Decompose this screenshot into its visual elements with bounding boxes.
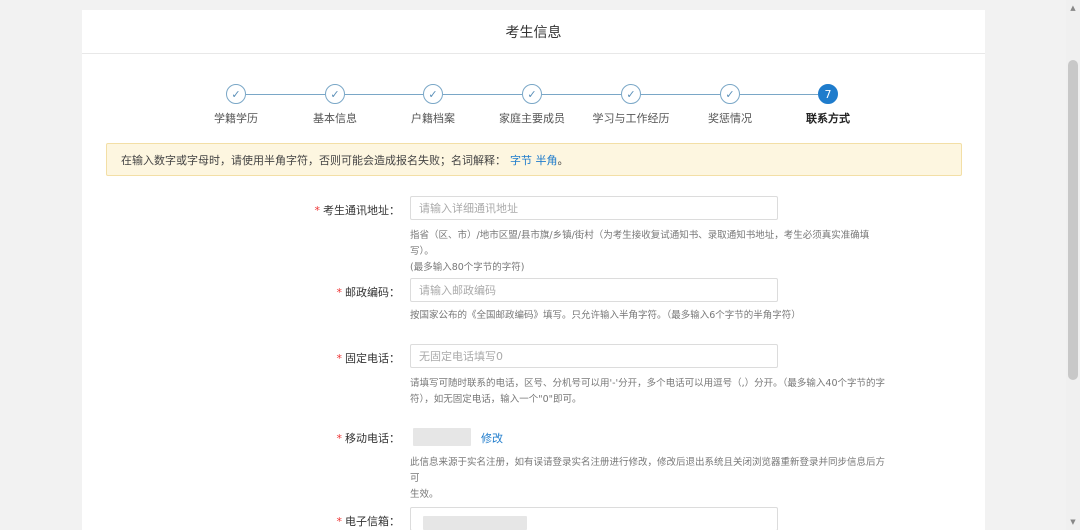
student-info-card: 考生信息 ✓ 学籍学历 ✓ 基本信息 ✓ 户籍档案 ✓ 家庭主要成员 ✓ 学习与… [82,10,985,530]
step-label: 户籍档案 [411,112,455,125]
scroll-thumb[interactable] [1068,60,1078,380]
page-title: 考生信息 [505,24,562,41]
page-scrollbar[interactable]: ▲ ▼ [1066,0,1080,530]
scroll-down-arrow-icon[interactable]: ▼ [1069,518,1077,526]
notice-text: 在输入数字或字母时，请使用半角字符，否则可能会造成报名失败；名词解释： [121,153,506,167]
step-jiating-chengyuan[interactable]: ✓ 家庭主要成员 [487,84,577,126]
address-input[interactable]: 请输入详细通讯地址 [410,196,778,220]
check-icon: ✓ [522,84,542,104]
phone-placeholder: 无固定电话填写0 [419,350,503,363]
step-label: 学籍学历 [214,112,258,125]
progress-stepper: ✓ 学籍学历 ✓ 基本信息 ✓ 户籍档案 ✓ 家庭主要成员 ✓ 学习与工作经历 … [82,84,985,134]
required-mark: * [336,515,343,528]
postcode-input[interactable]: 请输入邮政编码 [410,278,778,302]
step-lianxi-fangshi[interactable]: 7 联系方式 [783,84,873,126]
postcode-label: * 邮政编码： [336,286,401,299]
phone-input[interactable]: 无固定电话填写0 [410,344,778,368]
address-label: * 考生通讯地址： [314,204,401,217]
step-huji-dangan[interactable]: ✓ 户籍档案 [388,84,478,126]
postcode-placeholder: 请输入邮政编码 [419,284,496,297]
step-label: 联系方式 [806,112,850,125]
phone-label: * 固定电话： [336,352,401,365]
email-input[interactable] [410,507,778,530]
step-number: 7 [818,84,838,104]
step-label: 奖惩情况 [708,112,752,125]
check-icon: ✓ [325,84,345,104]
postcode-hint: 按国家公布的《全国邮政编码》填写。只允许输入半角字符。（最多输入6个字节的半角字… [410,310,801,321]
mobile-hint: 此信息来源于实名注册，如有误请登录实名注册进行修改，修改后退出系统且关闭浏览器重… [410,457,886,500]
check-icon: ✓ [720,84,740,104]
step-jiben-xinxi[interactable]: ✓ 基本信息 [290,84,380,126]
scroll-up-arrow-icon[interactable]: ▲ [1069,4,1077,12]
check-icon: ✓ [226,84,246,104]
required-mark: * [314,204,321,217]
mobile-label: * 移动电话： [336,432,401,445]
halfwidth-notice: 在输入数字或字母时，请使用半角字符，否则可能会造成报名失败；名词解释： 字节 半… [106,143,962,176]
email-value-masked [423,516,527,530]
check-icon: ✓ [621,84,641,104]
mobile-value-masked [413,428,471,446]
required-mark: * [336,352,343,365]
phone-hint: 请填写可随时联系的电话，区号、分机号可以用'-'分开，多个电话可以用逗号（,）分… [410,378,886,405]
step-xuexi-gongzuo[interactable]: ✓ 学习与工作经历 [586,84,676,126]
page-header: 考生信息 [82,10,985,54]
step-label: 基本信息 [313,112,357,125]
address-hint: 指省（区、市）/地市区盟/县市旗/乡镇/街村（为考生接收复试通知书、录取通知书地… [410,230,870,273]
step-xueji-xueli[interactable]: ✓ 学籍学历 [191,84,281,126]
glossary-link[interactable]: 字节 半角 [510,152,558,168]
email-label: * 电子信箱： [336,515,401,528]
step-jiangcheng[interactable]: ✓ 奖惩情况 [685,84,775,126]
step-label: 学习与工作经历 [592,112,670,125]
mobile-modify-link[interactable]: 修改 [481,430,503,446]
required-mark: * [336,286,343,299]
step-label: 家庭主要成员 [499,112,565,125]
required-mark: * [336,432,343,445]
address-placeholder: 请输入详细通讯地址 [419,202,518,215]
check-icon: ✓ [423,84,443,104]
notice-suffix: 。 [557,153,569,167]
